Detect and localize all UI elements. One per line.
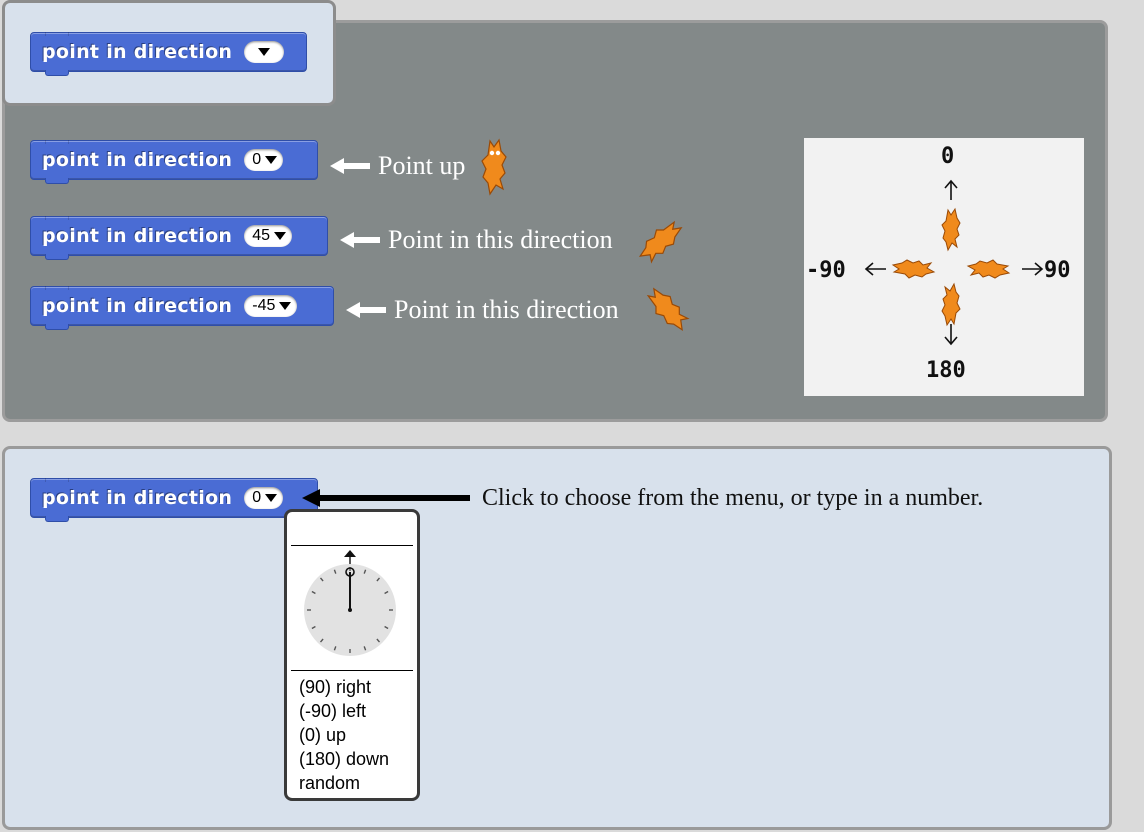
direction-arrows [864, 179, 1044, 346]
slot-value: 45 [252, 227, 271, 244]
block-label: point in direction [42, 41, 233, 63]
direction-dropdown-menu: (90) right (-90) left (0) up (180) down … [284, 509, 420, 801]
direction-slot[interactable]: 0 [244, 149, 284, 171]
slot-value: -45 [252, 297, 276, 314]
chevron-down-icon[interactable] [258, 48, 271, 56]
click-hint-note: Click to choose from the menu, or type i… [482, 485, 984, 511]
direction-diagram: 0 180 -90 90 [804, 138, 1084, 396]
block-label: point in direction [42, 487, 233, 509]
menu-item-down[interactable]: (180) down [299, 749, 389, 770]
direction-slot[interactable]: 45 [244, 225, 293, 247]
direction-slot[interactable]: 0 [244, 487, 284, 509]
point-in-direction-block-45[interactable]: point in direction 45 [30, 216, 328, 260]
left-arrow-icon [340, 232, 380, 248]
point-in-direction-block-menu[interactable]: point in direction 0 [30, 478, 318, 522]
chevron-down-icon[interactable] [279, 302, 292, 310]
menu-item-random[interactable]: random [299, 773, 360, 794]
block-label: point in direction [42, 149, 233, 171]
sprite-cat-icon [638, 220, 683, 264]
sprite-cat-icon [481, 138, 507, 196]
menu-item-left[interactable]: (-90) left [299, 701, 366, 722]
menu-divider [291, 670, 413, 671]
direction-slot[interactable]: -45 [244, 295, 298, 317]
menu-item-up[interactable]: (0) up [299, 725, 346, 746]
left-arrow-icon [346, 302, 386, 318]
dial-icon[interactable] [303, 550, 403, 660]
chevron-down-icon[interactable] [274, 232, 287, 240]
left-arrow-icon [302, 489, 470, 507]
slot-value: 0 [252, 489, 262, 506]
chevron-down-icon[interactable] [265, 156, 278, 164]
menu-divider [291, 545, 413, 546]
block-label: point in direction [42, 295, 233, 317]
menu-item-right[interactable]: (90) right [299, 677, 371, 698]
point-in-direction-block-0[interactable]: point in direction 0 [30, 140, 318, 184]
sprite-cat-icon [646, 287, 690, 332]
point-direction-note-45: Point in this direction [388, 225, 613, 254]
block-label: point in direction [42, 225, 233, 247]
point-in-direction-block-palette[interactable]: point in direction [30, 32, 307, 76]
direction-slot[interactable] [244, 41, 285, 63]
left-arrow-icon [330, 158, 370, 174]
point-in-direction-block-neg45[interactable]: point in direction -45 [30, 286, 334, 330]
chevron-down-icon[interactable] [265, 494, 278, 502]
point-direction-note-neg45: Point in this direction [394, 295, 619, 324]
point-up-note: Point up [378, 151, 466, 180]
slot-value: 0 [252, 151, 262, 168]
